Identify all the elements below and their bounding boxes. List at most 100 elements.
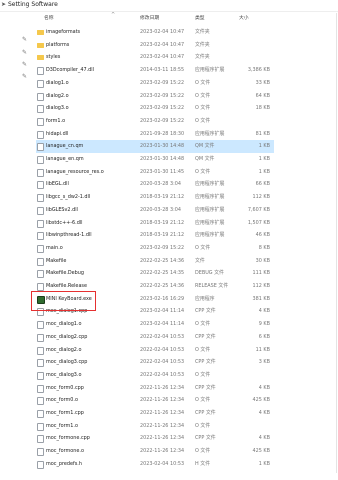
file-type: O 文件 [195, 105, 211, 112]
file-type: O 文件 [195, 117, 211, 124]
file-name: dialog3.o [46, 105, 69, 112]
file-type: O 文件 [195, 371, 211, 378]
file-row[interactable]: libEGL.dll 2020-03-28 3:04 应用程序扩展 66 KB [36, 178, 274, 191]
back-arrow-icon[interactable]: ➤ [1, 0, 6, 9]
file-row[interactable]: moc_form1.cpp 2022-11-26 12:34 CPP 文件 4 KB [36, 407, 274, 420]
file-name: moc_formone.cpp [46, 435, 90, 442]
file-row[interactable]: Makefile.Debug 2022-02-25 14:35 DEBUG 文件 11… [36, 267, 274, 280]
file-row[interactable]: main.o 2023-02-09 15:22 O 文件 8 KB [36, 242, 274, 255]
file-row[interactable]: libstdc++-6.dll 2018-03-19 21:12 应用程序扩展 1,5… [36, 217, 274, 230]
file-name: moc_dialog3.o [46, 371, 82, 378]
file-size: 33 KB [255, 79, 270, 86]
file-row[interactable]: libGLESv2.dll 2020-03-28 3:04 应用程序扩展 7,607 … [36, 204, 274, 217]
file-size: 7,607 KB [247, 206, 270, 213]
file-icon [37, 156, 44, 164]
file-row[interactable]: Makefile 2022-02-25 14:36 文件 30 KB [36, 255, 274, 268]
pin-icon[interactable]: ✎ [22, 61, 27, 68]
file-date: 2023-02-09 15:22 [140, 117, 185, 124]
file-row[interactable]: lanague_en.qm 2023-01-30 14:48 QM 文件 1 KB [36, 153, 274, 166]
file-name: Makefile.Debug [46, 270, 84, 277]
column-type[interactable]: 类型 [195, 13, 205, 24]
file-size: 3 KB [258, 359, 270, 366]
file-row[interactable]: moc_dialog1.o 2023-02-04 11:14 O 文件 9 KB [36, 318, 274, 331]
dll-file-icon [37, 194, 44, 203]
file-name: lanague_resource_res.o [46, 168, 104, 175]
pin-icon[interactable]: ✎ [22, 73, 27, 80]
file-date: 2022-02-04 10:53 [140, 371, 185, 378]
file-name: form1.o [46, 117, 66, 124]
file-row[interactable]: moc_form1.o 2022-11-26 12:34 O 文件 [36, 420, 274, 433]
file-row[interactable]: imageformats 2023-02-04 10:47 文件夹 [36, 26, 274, 39]
file-row[interactable]: hidapi.dll 2021-09-28 18:30 应用程序扩展 81 KB [36, 128, 274, 141]
file-size: 4 KB [258, 384, 270, 391]
file-icon [37, 321, 44, 330]
file-row[interactable]: moc_dialog3.o 2022-02-04 10:53 O 文件 [36, 369, 274, 382]
file-date: 2022-11-26 12:34 [140, 410, 185, 416]
dll-file-icon [37, 67, 44, 76]
file-name: moc_dialog2.o [46, 346, 82, 353]
file-date: 2020-03-28 3:04 [140, 181, 181, 188]
title-bar: ➤ Setting Software [0, 0, 338, 9]
file-row[interactable]: moc_predefs.h 2023-02-04 10:53 H 文件 1 KB [36, 458, 274, 471]
file-icon [37, 105, 44, 114]
file-row[interactable]: D3Dcompiler_47.dll 2014-03-11 18:55 应用程序扩展… [36, 64, 274, 77]
file-type: 应用程序扩展 [195, 194, 225, 201]
file-row[interactable]: libwinpthread-1.dll 2018-03-19 21:12 应用程序扩… [36, 229, 274, 242]
file-row[interactable]: platforms 2023-02-04 10:47 文件夹 [36, 39, 274, 52]
file-type: 文件 [195, 257, 205, 264]
file-date: 2023-02-09 15:22 [140, 92, 185, 99]
file-row[interactable]: moc_form0.cpp 2022-11-26 12:34 CPP 文件 4 KB [36, 382, 274, 395]
column-name[interactable]: 名称 [44, 13, 54, 24]
file-name: imageformats [46, 29, 81, 35]
file-size: 1 KB [258, 168, 270, 175]
pin-icon[interactable]: ✎ [22, 49, 27, 56]
file-row[interactable]: moc_form0.o 2022-11-26 12:34 O 文件 425 KB [36, 394, 274, 407]
file-date: 2014-03-11 18:55 [140, 67, 185, 74]
file-row[interactable]: moc_dialog2.cpp 2022-02-04 10:53 CPP 文件 6 K… [36, 331, 274, 344]
file-row[interactable]: lanague_cn.qm 2023-01-30 14:48 QM 文件 1 KB [36, 140, 274, 154]
file-icon [37, 92, 44, 101]
file-row[interactable]: moc_dialog3.cpp 2022-02-04 10:53 CPP 文件 3 K… [36, 356, 274, 369]
file-date: 2023-02-04 11:14 [140, 308, 185, 315]
file-date: 2023-02-04 10:47 [140, 41, 185, 48]
file-row[interactable]: dialog3.o 2023-02-09 15:22 O 文件 18 KB [36, 102, 274, 115]
file-row[interactable]: moc_formone.o 2022-11-26 12:34 O 文件 425 KB [36, 445, 274, 458]
file-date: 2023-02-16 16:29 [140, 295, 185, 302]
file-row[interactable]: dialog2.o 2023-02-09 15:22 O 文件 64 KB [36, 90, 274, 103]
file-size: 3,386 KB [247, 67, 270, 74]
pin-icon[interactable]: ✎ [22, 36, 27, 43]
file-date: 2023-02-04 10:47 [140, 29, 185, 35]
file-name: libGLESv2.dll [46, 206, 78, 213]
file-type: 应用程序扩展 [195, 232, 225, 239]
column-size[interactable]: 大小 [239, 13, 249, 24]
file-name: moc_dialog1.o [46, 321, 82, 328]
file-date: 2023-01-30 14:48 [140, 156, 185, 162]
file-type: 应用程序扩展 [195, 67, 225, 74]
file-row[interactable]: lanague_resource_res.o 2023-01-30 11:45 O … [36, 166, 274, 179]
file-size: 6 KB [258, 333, 270, 340]
file-size: 8 KB [258, 244, 270, 251]
file-icon [37, 448, 44, 457]
file-row[interactable]: libgcc_s_dw2-1.dll 2018-03-19 21:12 应用程序扩展… [36, 191, 274, 204]
file-type: H 文件 [195, 460, 211, 467]
file-icon [37, 397, 44, 406]
file-type: 应用程序扩展 [195, 130, 225, 137]
scrollbar[interactable] [336, 13, 337, 473]
file-name: libstdc++-6.dll [46, 219, 83, 226]
file-row[interactable]: moc_formone.cpp 2022-11-26 12:34 CPP 文件 4 K… [36, 432, 274, 445]
file-date: 2023-02-09 15:22 [140, 105, 185, 112]
file-icon [37, 244, 44, 253]
dll-file-icon [37, 130, 44, 139]
file-row[interactable]: moc_dialog2.o 2022-02-04 10:53 O 文件 11 KB [36, 344, 274, 357]
file-row[interactable]: styles 2023-02-04 10:47 文件夹 [36, 51, 274, 64]
file-date: 2022-11-26 12:34 [140, 448, 185, 455]
file-row[interactable]: dialog1.o 2023-02-09 15:22 O 文件 33 KB [36, 77, 274, 90]
file-name: platforms [46, 41, 70, 48]
file-date: 2022-11-26 12:34 [140, 384, 185, 391]
file-row[interactable]: form1.o 2023-02-09 15:22 O 文件 [36, 115, 274, 128]
column-date[interactable]: 修改日期 [140, 13, 159, 24]
file-name: moc_formone.o [46, 448, 84, 455]
file-date: 2022-11-26 12:34 [140, 435, 185, 442]
file-icon [37, 359, 44, 368]
file-name: moc_form1.cpp [46, 410, 84, 416]
